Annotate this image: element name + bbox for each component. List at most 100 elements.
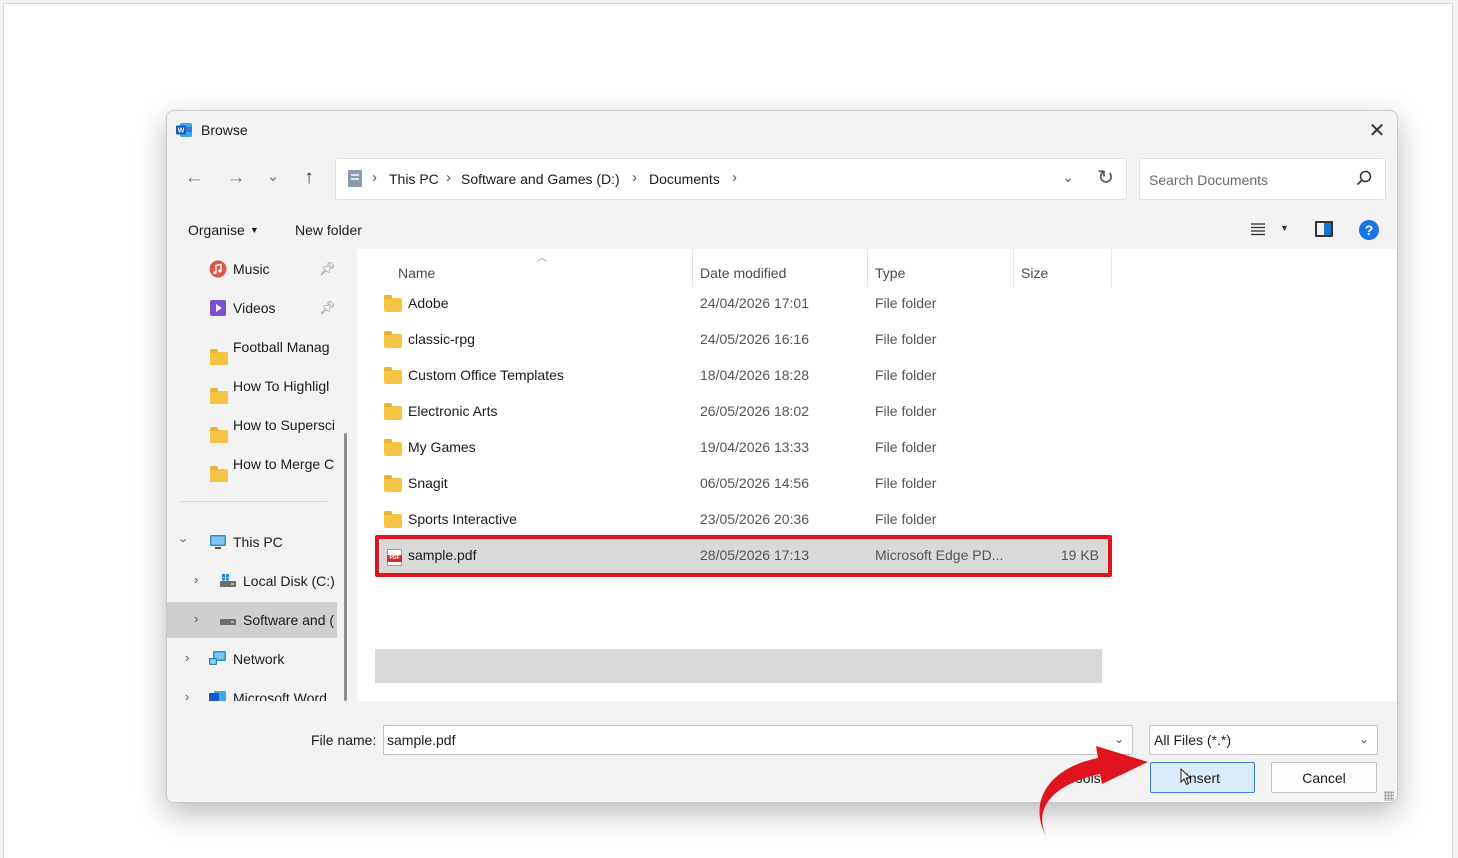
sidebar-item-music[interactable]: Music 📌︎ <box>167 251 337 287</box>
sidebar-item-local-disk-c[interactable]: › Local Disk (C:) <box>167 563 337 599</box>
recent-locations-chevron-icon[interactable]: ⌄ <box>258 161 288 191</box>
sidebar-item-microsoft-word[interactable]: › Microsoft Word <box>167 680 337 701</box>
file-row[interactable]: My Games 19/04/2026 13:33 File folder <box>375 431 1102 465</box>
up-arrow-icon[interactable]: ↑ <box>294 163 324 193</box>
column-header-size[interactable]: Size <box>1021 265 1048 281</box>
view-list-icon[interactable] <box>1251 222 1265 236</box>
sidebar-item-videos[interactable]: Videos 📌︎ <box>167 290 337 326</box>
address-bar[interactable]: › This PC › Software and Games (D:) › Do… <box>335 158 1127 200</box>
forward-arrow-icon[interactable]: → <box>221 163 251 193</box>
refresh-icon[interactable]: ↻ <box>1097 165 1114 190</box>
file-type-select[interactable]: All Files (*.*) ⌄ <box>1149 725 1378 755</box>
file-type: File folder <box>875 439 937 455</box>
chevron-right-icon[interactable]: › <box>194 611 198 626</box>
column-header-type[interactable]: Type <box>875 265 905 281</box>
back-arrow-icon[interactable]: ← <box>179 163 209 193</box>
organise-menu[interactable]: Organise ▼ <box>188 222 259 238</box>
new-folder-button[interactable]: New folder <box>295 222 362 238</box>
file-row[interactable]: classic-rpg 24/05/2026 16:16 File folder <box>375 323 1102 357</box>
sidebar-item-how-to-merge[interactable]: How to Merge C <box>167 446 337 482</box>
folder-icon <box>384 367 402 384</box>
navigation-bar: ← → ⌄ ↑ › This PC › Software and Games (… <box>167 149 1397 211</box>
command-bar: Organise ▼ New folder ▼ ? <box>167 211 1397 249</box>
file-row[interactable]: Adobe 24/04/2026 17:01 File folder <box>375 287 1102 321</box>
tools-menu[interactable]: Tools <box>1068 770 1101 786</box>
file-name-value: sample.pdf <box>387 732 456 748</box>
search-icon[interactable] <box>1355 169 1373 187</box>
file-name: Custom Office Templates <box>408 367 564 383</box>
chevron-down-icon[interactable]: › <box>177 538 192 542</box>
file-row[interactable]: Snagit 06/05/2026 14:56 File folder <box>375 467 1102 501</box>
file-row[interactable]: Electronic Arts 26/05/2026 18:02 File fo… <box>375 395 1102 429</box>
breadcrumb-drive[interactable]: Software and Games (D:) <box>461 171 620 187</box>
pin-icon[interactable]: 📌︎ <box>319 300 336 316</box>
help-icon[interactable]: ? <box>1359 220 1379 240</box>
file-type: File folder <box>875 403 937 419</box>
sidebar-item-label: Microsoft Word <box>233 690 327 701</box>
search-placeholder: Search Documents <box>1149 172 1269 188</box>
caret-down-icon: ▼ <box>249 225 259 235</box>
file-list: ︿ Name Date modified Type Size Adobe 24/… <box>357 249 1397 701</box>
file-name-bar: File name: sample.pdf ⌄ All Files (*.*) … <box>167 701 1397 802</box>
column-divider[interactable] <box>1111 249 1112 287</box>
folder-icon <box>384 439 402 456</box>
chevron-down-icon[interactable]: ⌄ <box>1114 732 1124 746</box>
folder-icon <box>384 331 402 348</box>
browse-dialog: W Browse ✕ ← → ⌄ ↑ › This PC › Software … <box>166 110 1398 803</box>
file-row[interactable]: Sports Interactive 23/05/2026 20:36 File… <box>375 503 1102 537</box>
column-divider[interactable] <box>1013 249 1014 287</box>
breadcrumb-this-pc[interactable]: This PC <box>389 171 439 187</box>
resize-grip-icon[interactable] <box>1384 791 1394 801</box>
search-input[interactable]: Search Documents <box>1139 158 1386 200</box>
file-date: 23/05/2026 20:36 <box>700 511 809 527</box>
sidebar-item-label: How to Supersci <box>233 417 335 433</box>
pin-icon[interactable]: 📌︎ <box>319 261 336 277</box>
drive-icon <box>220 574 236 587</box>
file-row[interactable]: Custom Office Templates 18/04/2026 18:28… <box>375 359 1102 393</box>
folder-icon <box>384 511 402 528</box>
file-name: classic-rpg <box>408 331 475 347</box>
sidebar-scrollbar[interactable] <box>344 433 347 701</box>
chevron-right-icon[interactable]: › <box>185 650 189 665</box>
sidebar-item-label: Music <box>233 261 270 277</box>
chevron-right-icon[interactable]: › <box>185 689 189 701</box>
navigation-pane: Music 📌︎ Videos 📌︎ Football Manag How To… <box>167 249 357 701</box>
pc-location-icon <box>348 170 362 187</box>
sidebar-item-football-manager[interactable]: Football Manag <box>167 329 337 365</box>
address-history-chevron-icon[interactable]: ⌄ <box>1062 169 1074 186</box>
pc-icon <box>210 535 226 549</box>
chevron-right-icon: › <box>632 169 637 186</box>
chevron-right-icon[interactable]: › <box>732 169 737 186</box>
column-header-name[interactable]: Name <box>398 265 435 281</box>
file-size: 19 KB <box>1060 547 1099 563</box>
column-header-date-modified[interactable]: Date modified <box>700 265 786 281</box>
cancel-button[interactable]: Cancel <box>1271 762 1377 793</box>
sidebar-item-this-pc[interactable]: › This PC <box>167 524 337 560</box>
sidebar-item-how-to-highlight[interactable]: How To Highligl <box>167 368 337 404</box>
file-name-label: File name: <box>311 732 377 748</box>
file-row-sample-pdf[interactable]: sample.pdf 28/05/2026 17:13 Microsoft Ed… <box>380 539 1109 573</box>
sidebar-item-label: Football Manag <box>233 339 330 355</box>
sidebar-item-network[interactable]: › Network <box>167 641 337 677</box>
close-icon[interactable]: ✕ <box>1357 111 1397 149</box>
videos-icon <box>210 300 226 316</box>
file-name: Snagit <box>408 475 448 491</box>
file-date: 19/04/2026 13:33 <box>700 439 809 455</box>
breadcrumb-documents[interactable]: Documents <box>649 171 720 187</box>
chevron-down-icon[interactable]: ⌄ <box>1359 732 1369 746</box>
sidebar-item-label: How To Highligl <box>233 378 330 394</box>
file-type: Microsoft Edge PD... <box>875 547 1004 563</box>
sidebar-divider <box>181 501 327 502</box>
file-row-selected[interactable] <box>375 649 1102 683</box>
insert-button[interactable]: Insert <box>1150 762 1255 793</box>
column-divider[interactable] <box>867 249 868 287</box>
network-icon <box>209 651 226 665</box>
chevron-right-icon[interactable]: › <box>194 572 198 587</box>
music-icon <box>209 260 227 278</box>
column-divider[interactable] <box>692 249 693 287</box>
view-options-caret-icon[interactable]: ▼ <box>1280 223 1289 233</box>
preview-pane-icon[interactable] <box>1315 221 1333 237</box>
sidebar-item-software-and-games[interactable]: › Software and ( <box>167 602 337 638</box>
sidebar-item-how-to-superscript[interactable]: How to Supersci <box>167 407 337 443</box>
file-name-field[interactable]: sample.pdf ⌄ <box>383 725 1133 755</box>
